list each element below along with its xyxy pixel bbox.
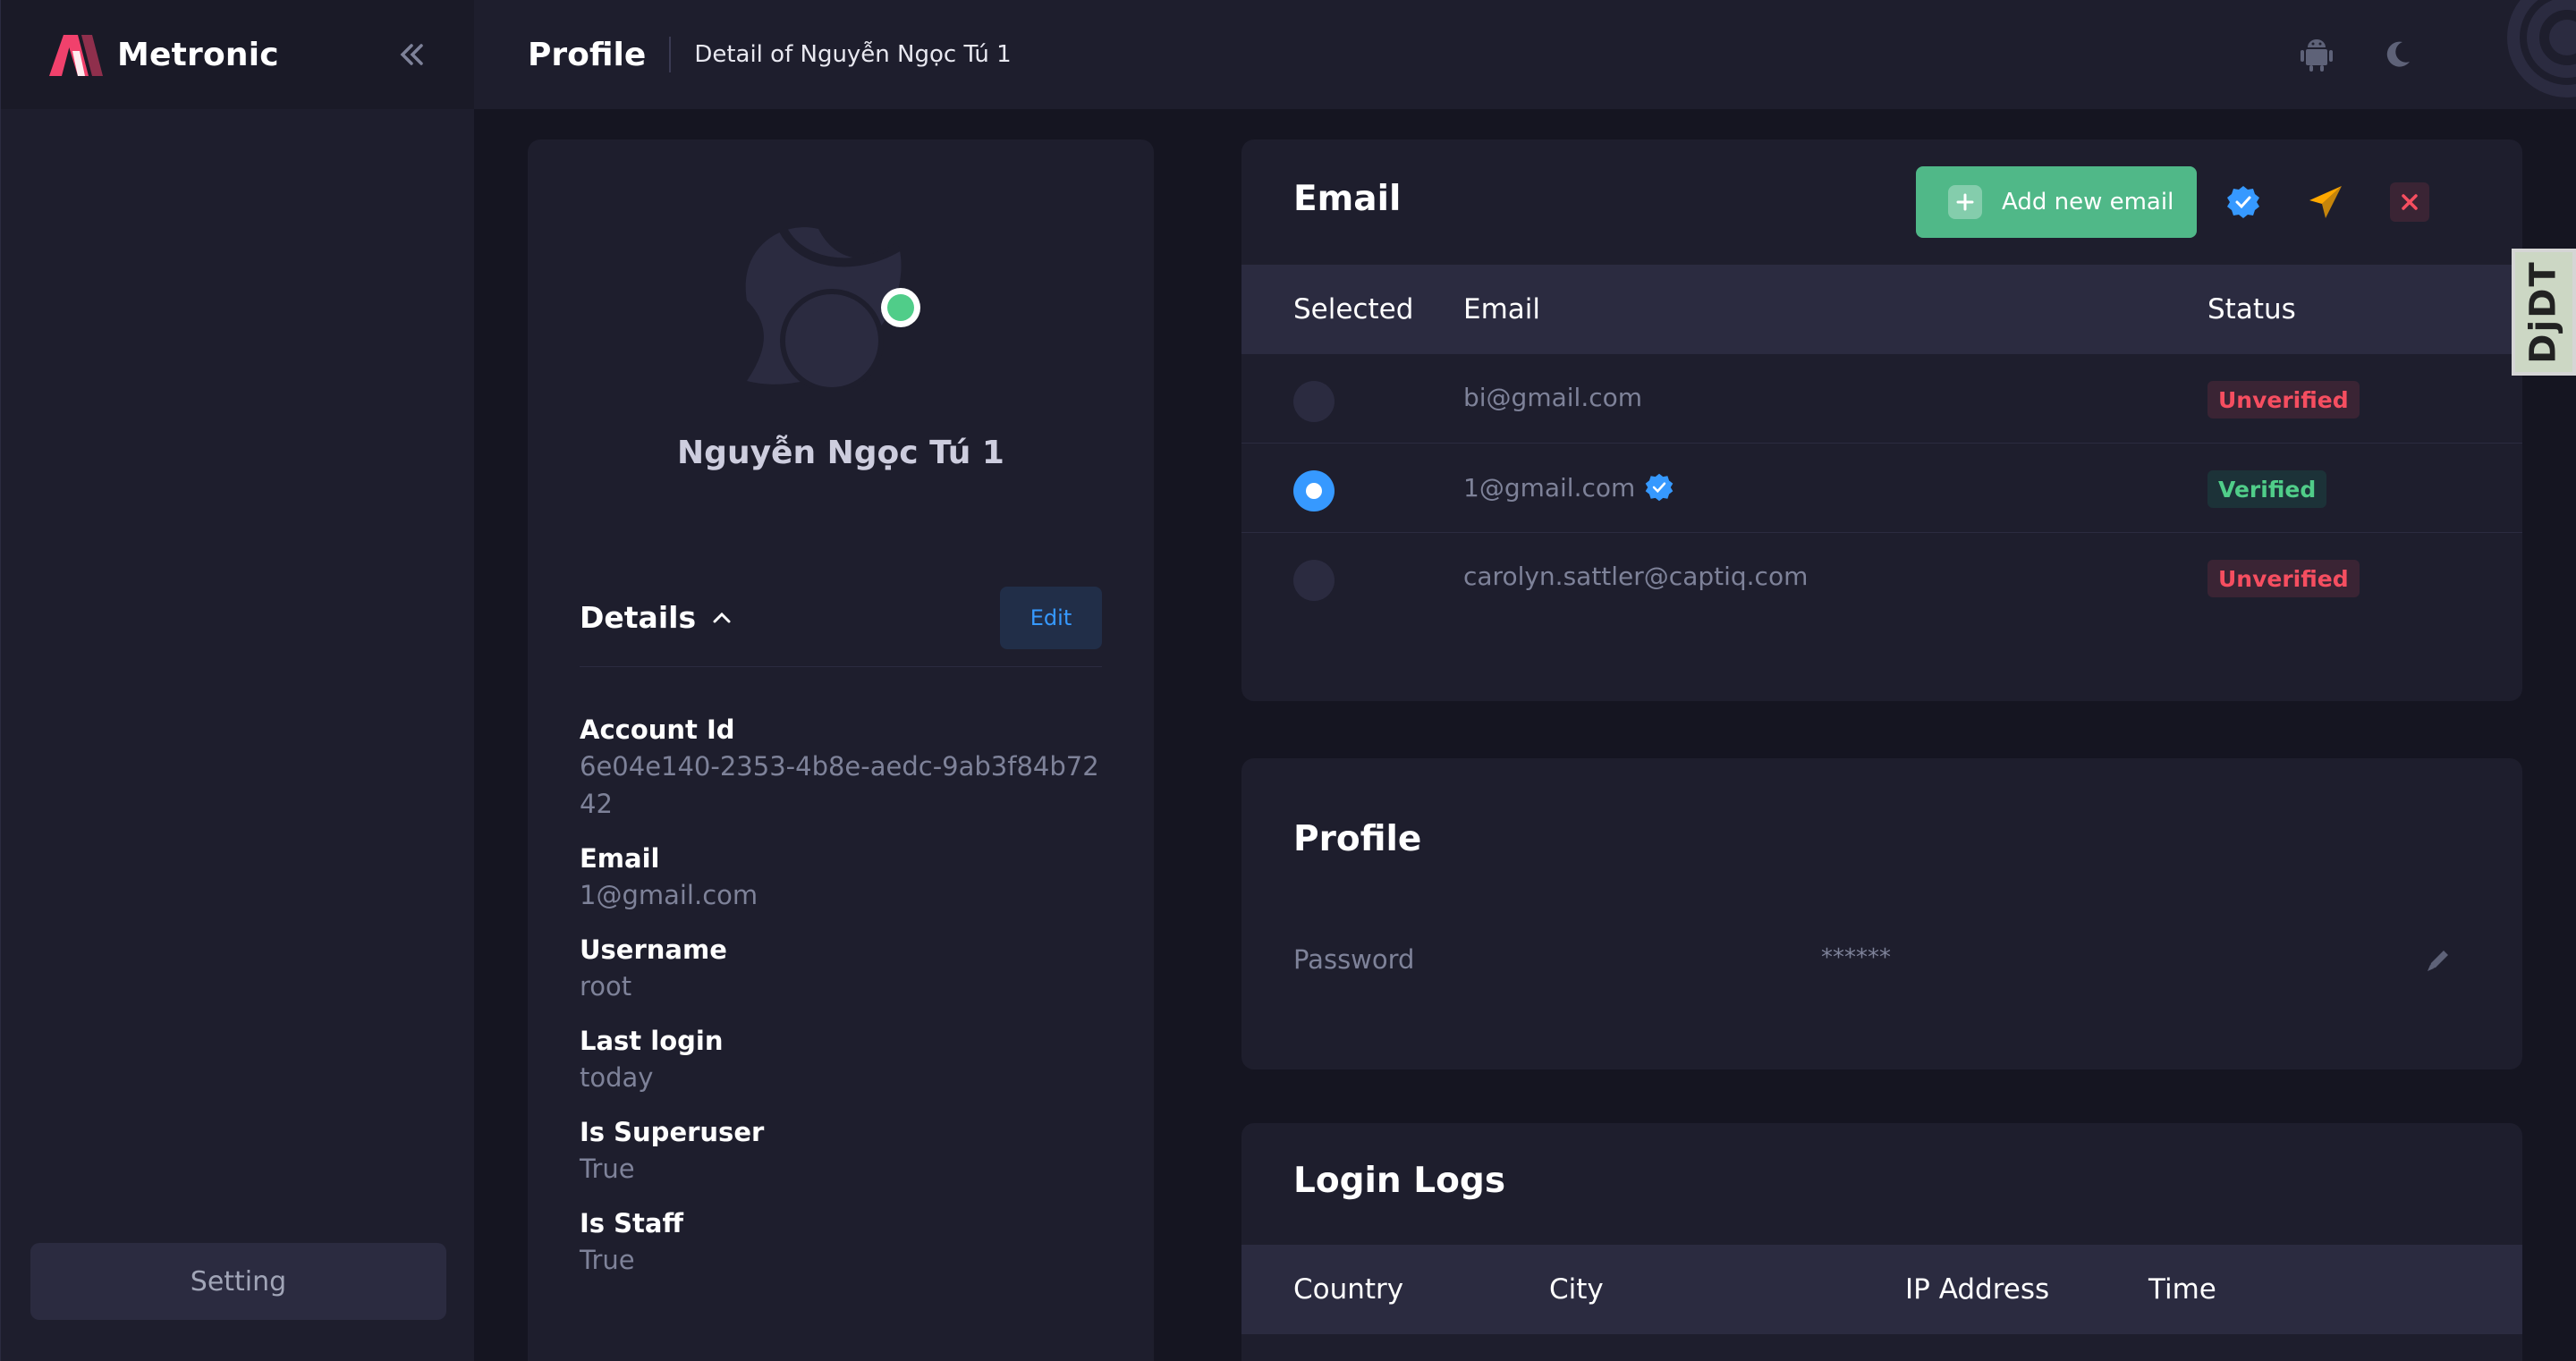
detail-label: Email xyxy=(580,843,660,874)
column-header-selected: Selected xyxy=(1293,293,1414,325)
detail-value: True xyxy=(580,1245,635,1275)
email-address-text: 1@gmail.com xyxy=(1463,472,1636,503)
detail-label: Is Superuser xyxy=(580,1117,765,1147)
email-select-radio[interactable] xyxy=(1293,560,1335,601)
avatar-placeholder-icon xyxy=(745,226,920,393)
table-row: carolyn.sattler@captiq.com Unverified xyxy=(1241,533,2522,622)
detail-value: True xyxy=(580,1154,635,1184)
online-status-dot xyxy=(887,294,914,321)
add-email-button[interactable]: Add new email xyxy=(1916,166,2197,238)
column-header-time: Time xyxy=(2148,1273,2216,1306)
email-address-text: bi@gmail.com xyxy=(1463,383,1643,412)
page-title: Profile xyxy=(528,36,647,73)
add-email-label: Add new email xyxy=(2002,189,2174,216)
email-table-header: Selected Email Status xyxy=(1241,265,2522,354)
theme-toggle-button[interactable] xyxy=(2370,28,2424,81)
debug-toolbar-label: DjDT xyxy=(2523,260,2564,364)
login-logs-table-header: Country City IP Address Time xyxy=(1241,1245,2522,1334)
email-address-text: carolyn.sattler@captiq.com xyxy=(1463,562,1809,591)
sidebar: Metronic Setting xyxy=(0,0,474,1361)
user-profile-card: Nguyễn Ngọc Tú 1 Details Edit Account Id… xyxy=(528,139,1154,1361)
close-icon xyxy=(2402,194,2418,210)
detail-item-is-staff: Is Staff True xyxy=(580,1205,1102,1279)
profile-section-title: Profile xyxy=(1293,819,1422,859)
android-icon xyxy=(2301,39,2333,72)
detail-value: root xyxy=(580,971,632,1002)
status-badge: Unverified xyxy=(2207,381,2360,418)
table-row: 1@gmail.com Verified xyxy=(1241,444,2522,533)
details-toggle[interactable]: Details xyxy=(580,600,732,635)
verified-badge-icon xyxy=(1645,473,1674,502)
password-value: ****** xyxy=(1821,944,1891,971)
detail-label: Last login xyxy=(580,1026,724,1056)
plus-icon xyxy=(1948,185,1982,219)
detail-value: 1@gmail.com xyxy=(580,880,758,910)
paper-plane-icon xyxy=(2309,186,2342,218)
user-menu-button[interactable] xyxy=(2460,0,2576,109)
detail-item-username: Username root xyxy=(580,932,1102,1005)
detail-item-account-id: Account Id 6e04e140-2353-4b8e-aedc-9ab3f… xyxy=(580,712,1102,823)
status-badge: Verified xyxy=(2207,470,2327,508)
detail-value: today xyxy=(580,1062,654,1093)
title-separator xyxy=(669,37,672,72)
delete-email-button[interactable] xyxy=(2390,182,2429,222)
setting-button[interactable]: Setting xyxy=(30,1243,446,1320)
pencil-icon xyxy=(2428,951,2448,971)
verify-email-button[interactable] xyxy=(2224,182,2263,222)
brand[interactable]: Metronic xyxy=(46,31,279,78)
brand-name: Metronic xyxy=(117,36,279,73)
topbar: Profile Detail of Nguyễn Ngọc Tú 1 xyxy=(474,0,2576,109)
details-title: Details xyxy=(580,600,697,635)
avatar xyxy=(729,211,953,408)
password-label: Password xyxy=(1293,944,1415,975)
metronic-logo-icon xyxy=(49,35,103,76)
double-chevron-left-icon xyxy=(400,44,423,65)
login-logs-title: Login Logs xyxy=(1293,1161,1506,1201)
detail-label: Account Id xyxy=(580,714,735,745)
email-address: bi@gmail.com xyxy=(1463,383,1642,412)
android-button[interactable] xyxy=(2290,28,2343,81)
verified-badge-icon xyxy=(2227,186,2259,218)
email-address: carolyn.sattler@captiq.com xyxy=(1463,562,1808,591)
detail-label: Username xyxy=(580,934,727,965)
email-address: 1@gmail.com xyxy=(1463,472,1674,503)
details-list: Account Id 6e04e140-2353-4b8e-aedc-9ab3f… xyxy=(580,712,1102,1297)
detail-value: 6e04e140-2353-4b8e-aedc-9ab3f84b7242 xyxy=(580,751,1099,819)
details-header: Details Edit xyxy=(580,586,1102,667)
edit-details-button[interactable]: Edit xyxy=(1000,586,1102,649)
user-name: Nguyễn Ngọc Tú 1 xyxy=(677,435,1004,471)
column-header-city: City xyxy=(1549,1273,1604,1306)
email-select-radio[interactable] xyxy=(1293,470,1335,511)
column-header-status: Status xyxy=(2207,293,2296,325)
edit-password-button[interactable] xyxy=(2424,946,2456,978)
topbar-icons xyxy=(2290,0,2576,109)
detail-item-email: Email 1@gmail.com xyxy=(580,841,1102,914)
email-section-title: Email xyxy=(1293,179,1402,219)
chevron-up-icon xyxy=(713,612,731,622)
user-avatar-icon xyxy=(2507,0,2576,97)
sidebar-header: Metronic xyxy=(1,0,474,109)
table-row: bi@gmail.com Unverified xyxy=(1241,354,2522,444)
email-select-radio[interactable] xyxy=(1293,381,1335,422)
detail-item-is-superuser: Is Superuser True xyxy=(580,1114,1102,1188)
page-subtitle: Detail of Nguyễn Ngọc Tú 1 xyxy=(694,41,1012,68)
column-header-country: Country xyxy=(1293,1273,1404,1306)
status-badge: Unverified xyxy=(2207,560,2360,597)
debug-toolbar-handle[interactable]: DjDT xyxy=(2512,249,2576,376)
column-header-email: Email xyxy=(1463,293,1541,325)
sidebar-collapse-button[interactable] xyxy=(394,37,429,72)
login-logs-card: Login Logs Country City IP Address Time xyxy=(1241,1123,2522,1361)
profile-card: Profile Password ****** xyxy=(1241,758,2522,1069)
moon-icon xyxy=(2386,41,2410,67)
detail-item-last-login: Last login today xyxy=(580,1023,1102,1096)
detail-label: Is Staff xyxy=(580,1208,683,1238)
send-email-button[interactable] xyxy=(2306,182,2345,222)
column-header-ip-address: IP Address xyxy=(1905,1273,2050,1306)
email-card: Email Add new email Selected Email Statu… xyxy=(1241,139,2522,701)
